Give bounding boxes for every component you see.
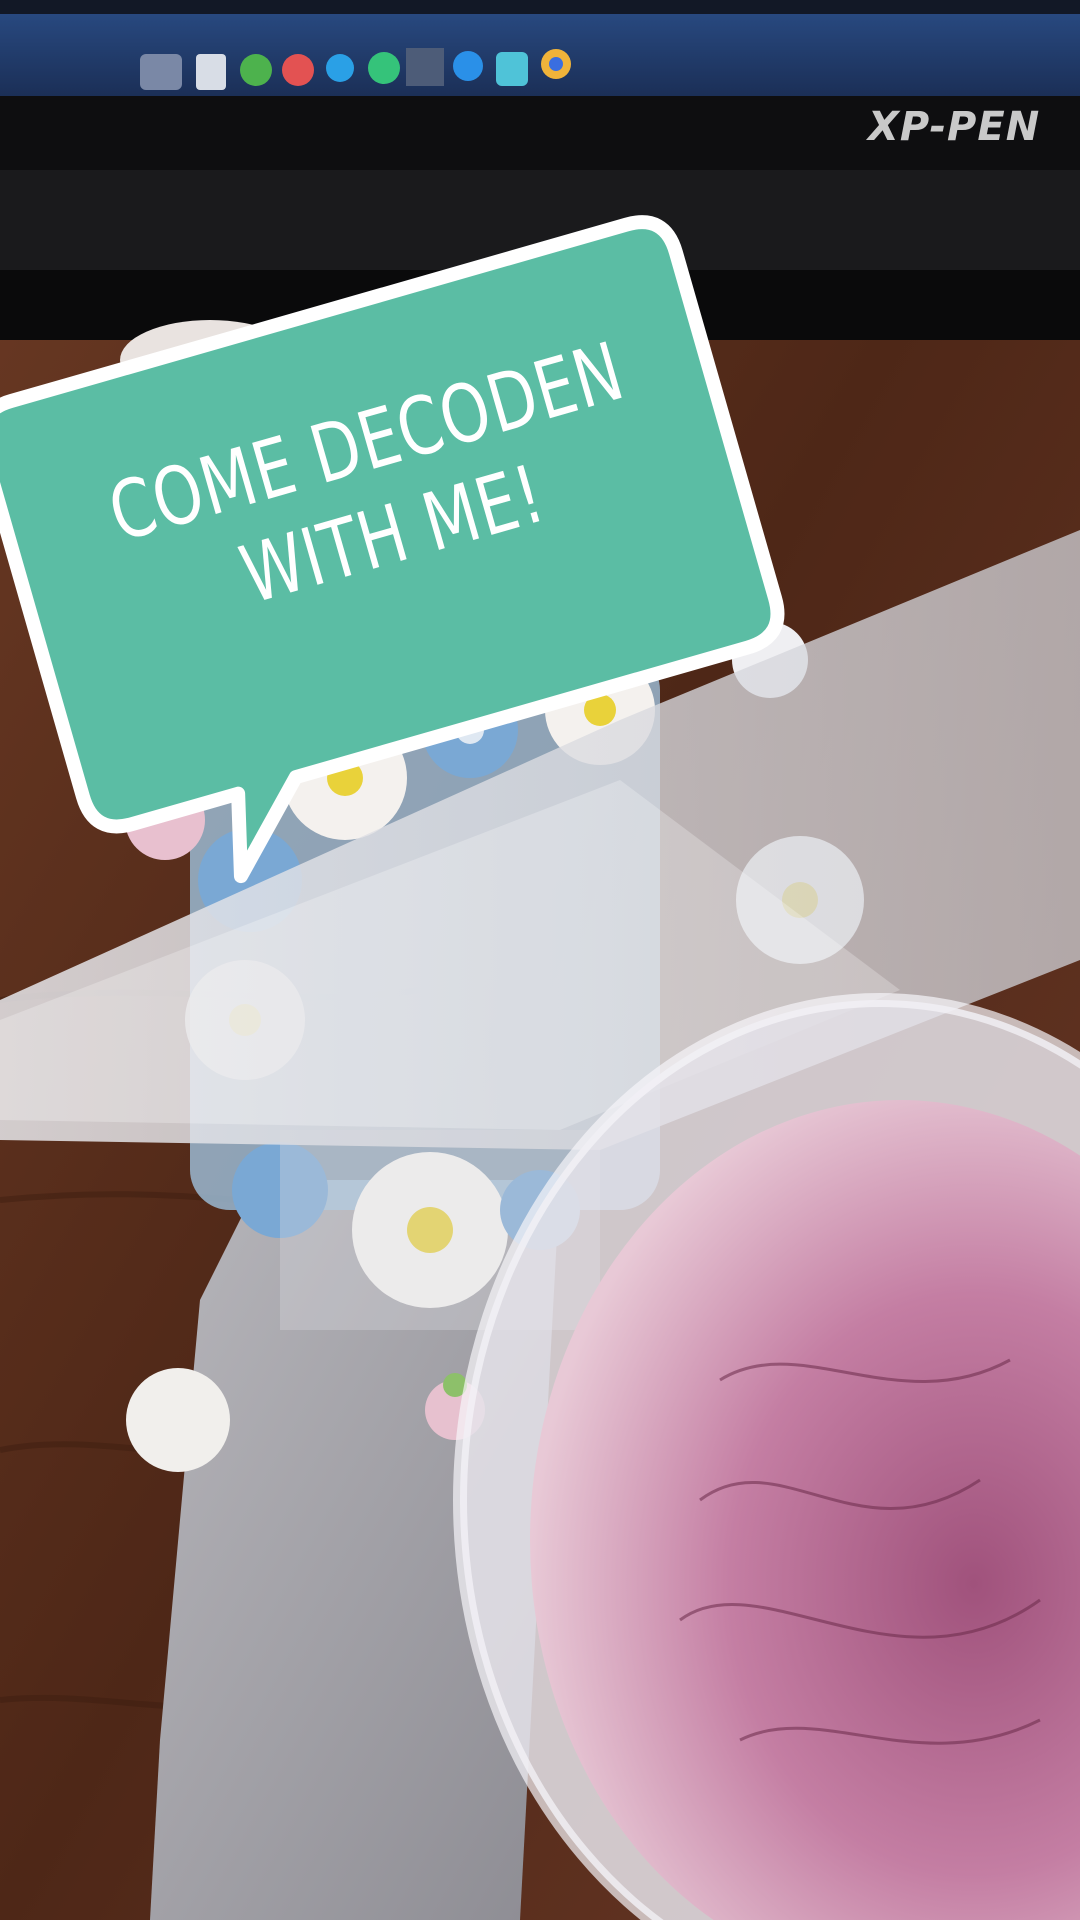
photo-scene: XP-PEN COME DECODEN WITH ME!: [0, 0, 1080, 1920]
monitor-brand-logo: XP-PEN: [868, 104, 1041, 150]
rose-charm: [126, 1368, 230, 1472]
